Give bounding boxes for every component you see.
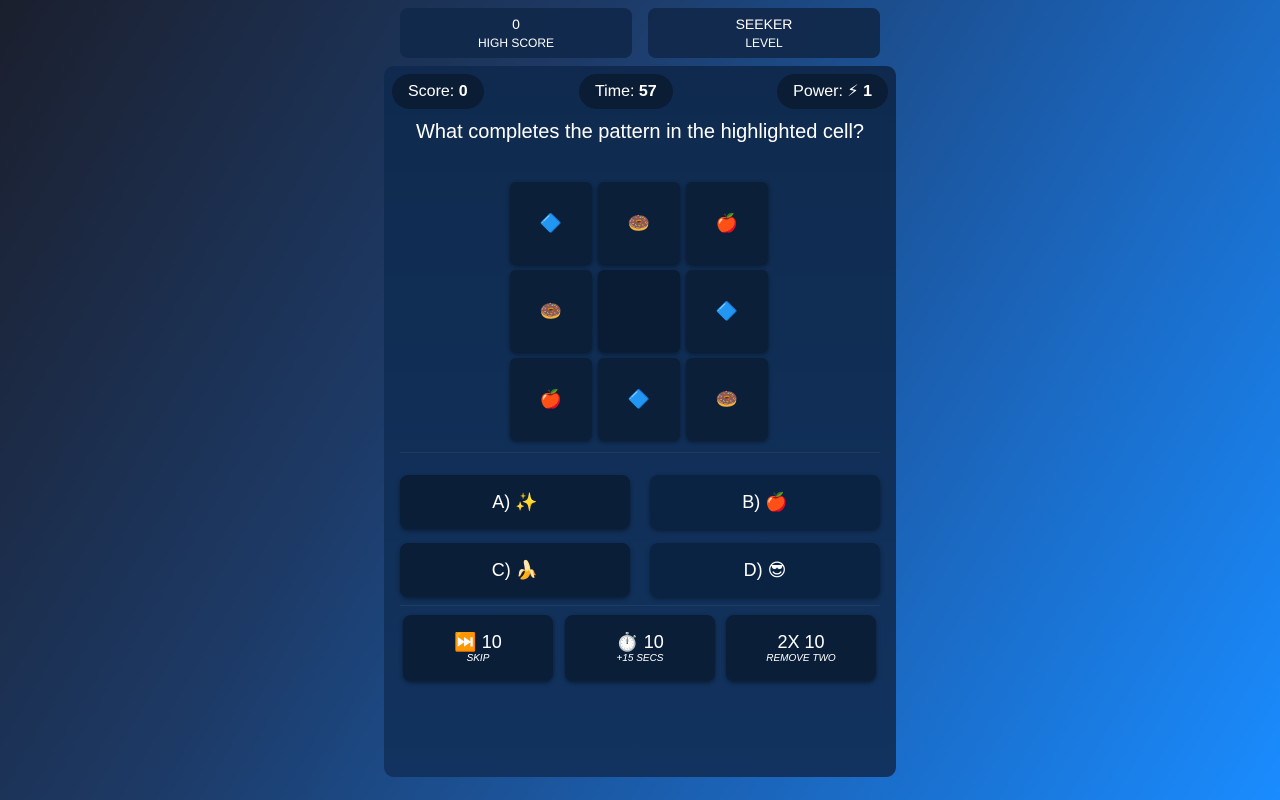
skip-powerup-subtitle: SKIP <box>466 653 490 664</box>
divider <box>400 605 880 606</box>
grid-cell: 🍩 <box>510 270 592 352</box>
divider <box>400 452 880 453</box>
time-label: Time: <box>595 83 635 100</box>
grid-cell: 🍎 <box>686 182 768 264</box>
score-pill: Score: 0 <box>392 74 484 109</box>
add-time-powerup-button[interactable]: ⏱️ 10 +15 SECS <box>565 615 715 681</box>
answer-d-button[interactable]: D) 😎 <box>650 543 880 597</box>
add-time-powerup-subtitle: +15 SECS <box>616 653 664 664</box>
time-value: 57 <box>638 83 657 100</box>
level-label: LEVEL <box>745 36 783 50</box>
question-text: What completes the pattern in the highli… <box>415 121 865 143</box>
power-value: 1 <box>863 83 872 100</box>
answer-b-button[interactable]: B) 🍎 <box>650 475 880 529</box>
high-score-card: 0 HIGH SCORE <box>400 8 632 58</box>
grid-cell: 🔷 <box>686 270 768 352</box>
skip-powerup-title: ⏭️ 10 <box>454 632 502 652</box>
pattern-grid: 🔷 🍩 🍎 🍩 🔷 🍎 🔷 🍩 <box>510 182 768 440</box>
remove-two-powerup-button[interactable]: 2X 10 REMOVE TWO <box>726 615 876 681</box>
remove-two-powerup-subtitle: REMOVE TWO <box>766 653 836 664</box>
grid-cell: 🔷 <box>510 182 592 264</box>
grid-cell: 🔷 <box>598 358 680 440</box>
skip-powerup-button[interactable]: ⏭️ 10 SKIP <box>403 615 553 681</box>
high-score-label: HIGH SCORE <box>477 36 554 50</box>
level-value: SEEKER <box>735 16 793 32</box>
answer-a-button[interactable]: A) ✨ <box>400 475 630 529</box>
score-value: 0 <box>458 83 468 100</box>
grid-cell: 🍎 <box>510 358 592 440</box>
timer-pill: Time: 57 <box>579 74 673 109</box>
grid-cell-missing <box>598 270 680 352</box>
power-pill: Power: ⚡ 1 <box>777 74 888 109</box>
add-time-powerup-title: ⏱️ 10 <box>616 632 664 652</box>
answer-c-button[interactable]: C) 🍌 <box>400 543 630 597</box>
grid-cell: 🍩 <box>686 358 768 440</box>
high-score-value: 0 <box>512 16 520 32</box>
level-card: SEEKER LEVEL <box>648 8 880 58</box>
power-label: Power: ⚡ <box>793 83 859 100</box>
game-panel: Score: 0 Time: 57 Power: ⚡ 1 What comple… <box>384 66 896 777</box>
score-label: Score: <box>408 83 455 100</box>
grid-cell: 🍩 <box>598 182 680 264</box>
remove-two-powerup-title: 2X 10 <box>777 632 825 652</box>
